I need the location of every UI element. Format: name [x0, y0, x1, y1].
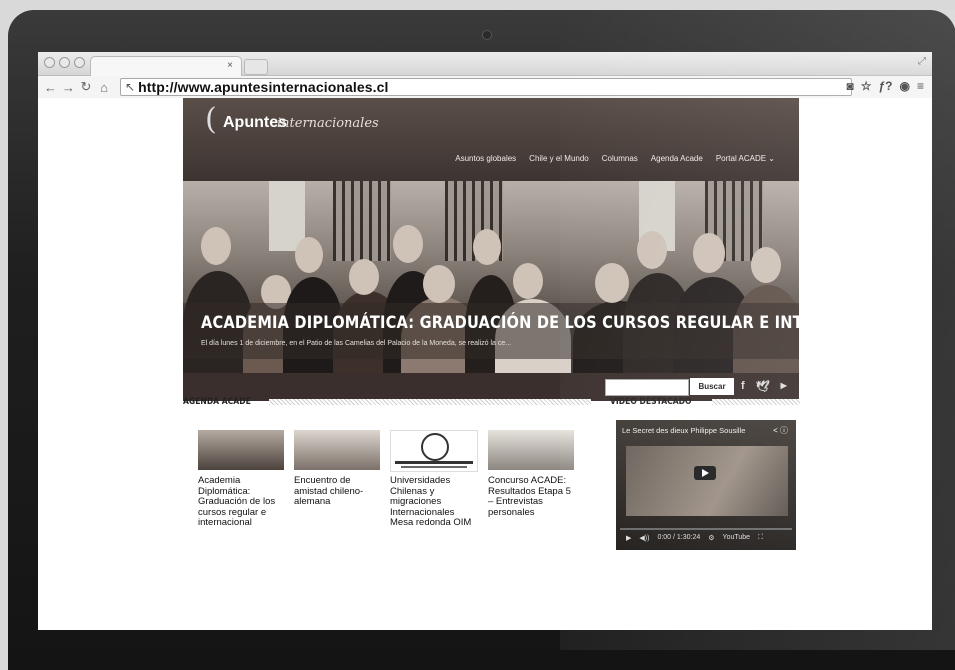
hero-person-head [473, 229, 501, 265]
home-icon[interactable]: ⌂ [98, 80, 110, 95]
hero-person-head [349, 259, 379, 295]
hero-person-head [201, 227, 231, 265]
nav-item-columnas[interactable]: Columnas [602, 154, 638, 163]
hero-person-head [751, 247, 781, 283]
video-player[interactable]: Le Secret des dieux Philippe Sousille < … [616, 420, 796, 550]
tab-bar: × ⤢ [38, 52, 932, 76]
pocket-icon[interactable]: ◙ [846, 79, 853, 93]
video-heading: VIDEO DESTACADO [610, 396, 800, 408]
browser-tab[interactable]: × [90, 56, 242, 76]
video-controls: ▶ ◀)) 0:00 / 1:30:24 ⚙ YouTube ⛶ [626, 534, 763, 542]
hero-title[interactable]: ACADEMIA DIPLOMÁTICA: GRADUACIÓN DE LOS … [201, 313, 799, 333]
agenda-heading-text: AGENDA ACADE [183, 397, 251, 407]
hero-person-head [423, 265, 455, 303]
page-icon: ↖ [125, 80, 136, 94]
agenda-heading: AGENDA ACADE [183, 396, 591, 408]
play-small-icon[interactable]: ▶ [626, 534, 631, 542]
hero-slider[interactable]: ACADEMIA DIPLOMÁTICA: GRADUACIÓN DE LOS … [183, 181, 799, 373]
nav-item-portal-acade[interactable]: Portal ACADE ⌄ [716, 154, 775, 163]
video-time: 0:00 / 1:30:24 [657, 534, 701, 541]
heading-divider [268, 399, 591, 405]
search-button[interactable]: Buscar [690, 378, 734, 395]
close-window-button[interactable] [44, 57, 55, 68]
nav-item-asuntos-globales[interactable]: Asuntos globales [455, 154, 516, 163]
tab-close-icon[interactable]: × [227, 60, 233, 71]
hero-person-head [393, 225, 423, 263]
extension-icon[interactable]: ◉ [900, 79, 910, 93]
site-container: ( Apuntes internacionales Asuntos global… [183, 98, 799, 401]
logo-bracket-icon: ( [205, 102, 217, 137]
agenda-thumb[interactable] [488, 430, 574, 470]
maximize-window-button[interactable] [74, 57, 85, 68]
webcam-icon [482, 30, 492, 40]
main-nav: Asuntos globales Chile y el Mundo Column… [455, 154, 775, 163]
agenda-item-title[interactable]: Universidades Chilenas y migraciones Int… [390, 475, 480, 529]
minimize-window-button[interactable] [59, 57, 70, 68]
forward-icon[interactable]: → [62, 80, 75, 95]
oim-logo-bar [401, 466, 467, 468]
fullscreen-icon[interactable]: ⤢ [918, 56, 926, 67]
settings-icon[interactable]: ⚙ [708, 534, 714, 542]
youtube-logo-icon[interactable]: YouTube [723, 534, 751, 542]
nav-item-chile-mundo[interactable]: Chile y el Mundo [529, 154, 589, 163]
bookmark-star-icon[interactable]: ☆ [861, 79, 872, 93]
social-links: f 🕊 ▶ [741, 380, 787, 393]
agenda-thumb[interactable] [390, 430, 478, 472]
reload-icon[interactable]: ↻ [80, 79, 92, 95]
browser-window: × ⤢ ← → ↻ ⌂ ↖ http://www.apuntesinternac… [38, 52, 932, 630]
video-thumbnail [626, 446, 788, 516]
site-header: ( Apuntes internacionales Asuntos global… [183, 98, 799, 181]
play-icon [702, 469, 709, 477]
video-title[interactable]: Le Secret des dieux Philippe Sousille [622, 426, 745, 435]
fx-icon[interactable]: ƒ? [878, 79, 892, 93]
oim-logo-icon [421, 433, 449, 461]
twitter-icon[interactable]: 🕊 [756, 380, 770, 393]
address-bar[interactable]: ↖ http://www.apuntesinternacionales.cl [120, 78, 852, 96]
heading-divider [711, 399, 800, 405]
hero-person-head [295, 237, 323, 273]
web-page: ( Apuntes internacionales Asuntos global… [38, 98, 932, 630]
menu-icon[interactable]: ≡ [917, 79, 924, 93]
share-icon[interactable]: < ⓘ [773, 425, 788, 436]
video-heading-text: VIDEO DESTACADO [610, 397, 692, 407]
agenda-item-title[interactable]: Academia Diplomática: Graduación de los … [198, 475, 288, 529]
youtube-icon[interactable]: ▶ [781, 380, 787, 393]
logo-sub: internacionales [277, 116, 379, 131]
oim-logo-bar [395, 461, 473, 464]
agenda-item-title[interactable]: Concurso ACADE: Resultados Etapa 5 – Ent… [488, 475, 578, 518]
nav-item-agenda-acade[interactable]: Agenda Acade [651, 154, 703, 163]
window-controls [44, 57, 85, 68]
extension-icons: ◙ ☆ ƒ? ◉ ≡ [846, 79, 924, 93]
hero-person-head [637, 231, 667, 269]
agenda-thumb[interactable] [294, 430, 380, 470]
url-text[interactable]: http://www.apuntesinternacionales.cl [138, 79, 388, 95]
facebook-icon[interactable]: f [741, 380, 745, 393]
video-progress-bar[interactable] [620, 528, 792, 530]
agenda-item-title[interactable]: Encuentro de amistad chileno-alemana [294, 475, 384, 508]
volume-icon[interactable]: ◀)) [639, 534, 649, 542]
hero-person-head [693, 233, 725, 273]
hero-description: El día lunes 1 de diciembre, en el Patio… [201, 340, 512, 347]
fullscreen-video-icon[interactable]: ⛶ [758, 534, 763, 542]
back-icon[interactable]: ← [44, 80, 57, 95]
new-tab-button[interactable] [244, 59, 268, 75]
hero-window [333, 181, 391, 261]
hero-person-head [595, 263, 629, 303]
browser-toolbar: ← → ↻ ⌂ ↖ http://www.apuntesinternaciona… [38, 76, 932, 99]
agenda-thumb[interactable] [198, 430, 284, 470]
search-input[interactable] [605, 379, 689, 396]
hero-person-head [513, 263, 543, 299]
